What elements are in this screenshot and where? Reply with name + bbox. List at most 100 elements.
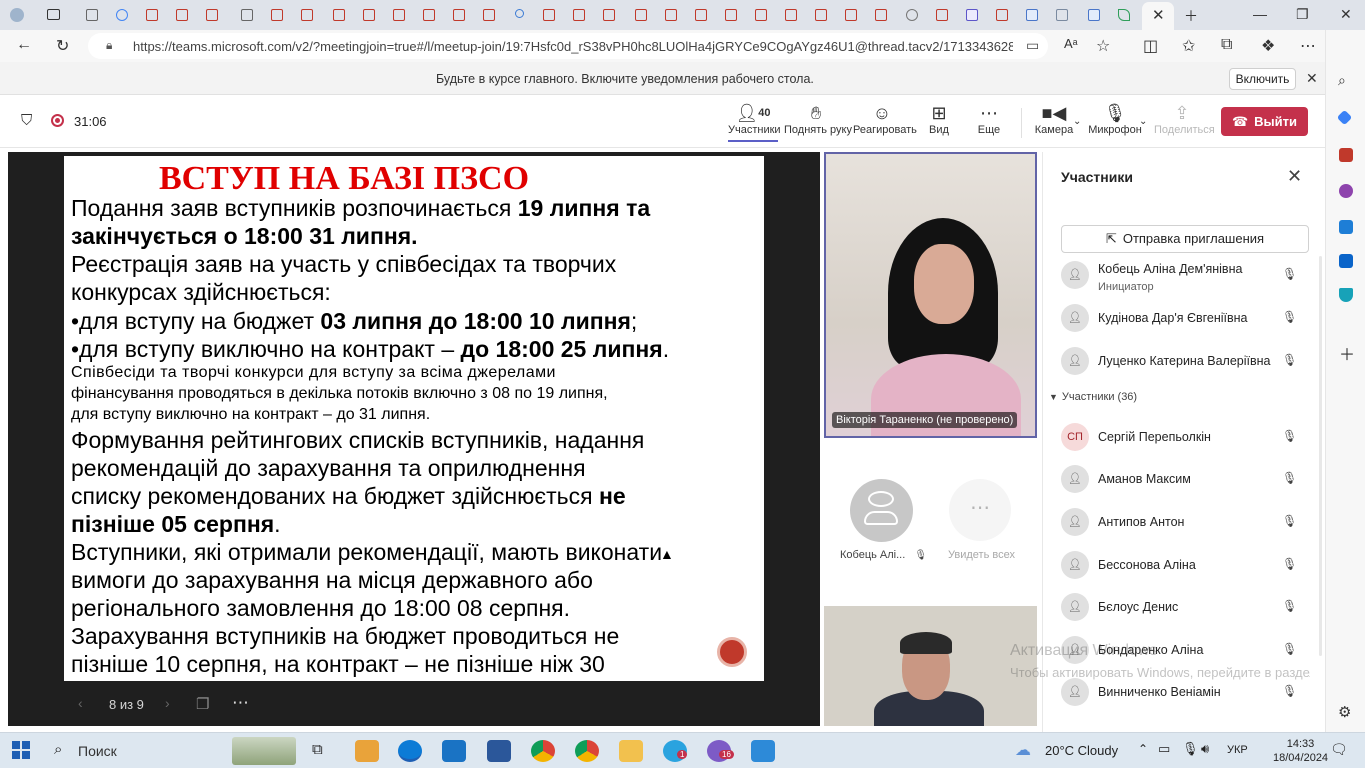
- pdf-tab-icon[interactable]: [420, 6, 438, 24]
- microphone-button[interactable]: 🎙︎ Микрофон: [1088, 102, 1142, 142]
- pdf-tab-icon[interactable]: [812, 6, 830, 24]
- file-explorer-icon[interactable]: [619, 740, 643, 762]
- castle-search-highlight-icon[interactable]: [232, 737, 296, 765]
- add-sidebar-icon[interactable]: ＋: [1339, 341, 1355, 365]
- forms-tab-icon[interactable]: [963, 6, 981, 24]
- slide-overview-icon[interactable]: ❐: [196, 695, 209, 713]
- participant-row[interactable]: 👤︎ Бєлоус Денис 🎙︎: [1061, 588, 1311, 628]
- pdf-tab-icon[interactable]: [600, 6, 618, 24]
- active-tab[interactable]: ✕: [1142, 2, 1174, 30]
- tab-icon[interactable]: [83, 6, 101, 24]
- pdf-tab-icon[interactable]: [450, 6, 468, 24]
- pdf-tab-icon[interactable]: [842, 6, 860, 24]
- network-icon[interactable]: ▭: [1158, 741, 1170, 757]
- favorites-icon[interactable]: ✩: [1182, 36, 1195, 56]
- url-text[interactable]: https://teams.microsoft.com/v2/?meetingj…: [133, 39, 1013, 54]
- more-icon[interactable]: ⋯: [1300, 36, 1316, 56]
- attendees-section-header[interactable]: ▼ Участники (36): [1049, 391, 1137, 403]
- task-view-icon[interactable]: ⧉: [312, 741, 323, 758]
- pdf-tab-icon[interactable]: [933, 6, 951, 24]
- microphone-tray-icon[interactable]: 🎙︎: [1182, 741, 1199, 757]
- next-slide-icon[interactable]: ›: [165, 695, 170, 711]
- windows-start-icon[interactable]: [12, 741, 30, 759]
- participants-button[interactable]: 👤︎40 Участники: [728, 102, 781, 142]
- minimize-icon[interactable]: —: [1253, 6, 1267, 22]
- collections-icon[interactable]: ⧉: [1221, 36, 1232, 54]
- search-icon[interactable]: ⌕: [54, 741, 62, 758]
- tab-icon[interactable]: [238, 6, 256, 24]
- close-tab-icon[interactable]: ✕: [1152, 6, 1165, 24]
- tab-icon[interactable]: [1053, 6, 1071, 24]
- drive-tab-icon[interactable]: [1115, 6, 1133, 24]
- shopping-icon[interactable]: [1336, 109, 1353, 126]
- search-icon[interactable]: ⌕: [1338, 72, 1346, 89]
- pdf-tab-icon[interactable]: [872, 6, 890, 24]
- send-invite-button[interactable]: ⇱ Отправка приглашения: [1061, 225, 1309, 253]
- maximize-icon[interactable]: ❐: [1296, 6, 1309, 23]
- mail-icon[interactable]: [442, 740, 466, 762]
- extensions-icon[interactable]: ❖: [1261, 36, 1275, 56]
- camera-options-chevron-icon[interactable]: ⌄: [1073, 116, 1081, 127]
- close-notification-icon[interactable]: ✕: [1306, 70, 1318, 87]
- drop-icon[interactable]: [1339, 288, 1353, 302]
- speaker-video-tile[interactable]: Вікторія Тараненко (не проверено): [824, 152, 1037, 438]
- shield-icon[interactable]: ⛉: [21, 112, 32, 129]
- mic-options-chevron-icon[interactable]: ⌄: [1139, 116, 1147, 127]
- tab-actions-icon[interactable]: [45, 6, 63, 24]
- word-icon[interactable]: [487, 740, 511, 762]
- camera-button[interactable]: ■◀︎ Камера: [1034, 102, 1074, 142]
- more-button[interactable]: ⋯ Еще: [972, 102, 1006, 142]
- pdf-tab-icon[interactable]: [173, 6, 191, 24]
- sidebar-settings-icon[interactable]: ⚙: [1338, 703, 1351, 721]
- share-button[interactable]: ⇪ Поделиться: [1154, 102, 1215, 142]
- react-button[interactable]: ☺ Реагировать: [853, 102, 917, 142]
- pdf-tab-icon[interactable]: [570, 6, 588, 24]
- chrome-icon[interactable]: [575, 740, 599, 762]
- store-icon[interactable]: [355, 740, 379, 762]
- notification-center-icon[interactable]: 🗨︎: [1330, 741, 1348, 758]
- participant-row[interactable]: 👤︎ Бессонова Аліна 🎙︎: [1061, 546, 1311, 586]
- back-icon[interactable]: ←: [16, 36, 32, 54]
- participant-row[interactable]: 👤︎ Аманов Максим 🎙︎: [1061, 460, 1311, 500]
- prev-slide-icon[interactable]: ‹: [78, 695, 83, 711]
- chrome-icon[interactable]: [531, 740, 555, 762]
- telegram-icon[interactable]: 1: [663, 740, 688, 762]
- pdf-tab-icon[interactable]: [390, 6, 408, 24]
- pdf-tab-icon[interactable]: [662, 6, 680, 24]
- tools-icon[interactable]: [1339, 148, 1353, 162]
- google-tab-icon[interactable]: [113, 6, 131, 24]
- taskbar-clock[interactable]: 14:33 18/04/2024: [1273, 737, 1328, 765]
- outlook-icon[interactable]: [1339, 254, 1353, 268]
- pdf-tab-icon[interactable]: [203, 6, 221, 24]
- office-icon[interactable]: [1339, 220, 1353, 234]
- participant-row[interactable]: 👤︎ Кобець Аліна Дем'янівна Инициатор 🎙︎: [1061, 256, 1311, 296]
- view-button[interactable]: ⊞ Вид: [922, 102, 956, 142]
- pdf-tab-icon[interactable]: [752, 6, 770, 24]
- pdf-tab-icon[interactable]: [993, 6, 1011, 24]
- pdf-tab-icon[interactable]: [143, 6, 161, 24]
- close-panel-icon[interactable]: ✕: [1287, 166, 1302, 187]
- photos-icon[interactable]: [751, 740, 775, 762]
- tray-chevron-icon[interactable]: ⌃: [1138, 742, 1148, 756]
- participant-row[interactable]: 👤︎ Луценко Катерина Валеріївна 🎙︎: [1061, 342, 1311, 382]
- new-tab-icon[interactable]: ＋: [1184, 6, 1198, 26]
- pdf-tab-icon[interactable]: [268, 6, 286, 24]
- docs-tab-icon[interactable]: [1085, 6, 1103, 24]
- read-aloud-icon[interactable]: Aᵃ: [1064, 36, 1078, 51]
- camera-permission-icon[interactable]: ▭: [1026, 37, 1039, 54]
- pdf-tab-icon[interactable]: [722, 6, 740, 24]
- slide-more-icon[interactable]: ⋯: [232, 693, 249, 713]
- pdf-tab-icon[interactable]: [330, 6, 348, 24]
- enable-notifications-button[interactable]: Включить: [1229, 68, 1296, 90]
- weather-text[interactable]: 20°C Cloudy: [1045, 743, 1118, 758]
- taskbar-search-label[interactable]: Поиск: [78, 743, 117, 759]
- raise-hand-button[interactable]: ✋︎ Поднять руку: [784, 102, 852, 142]
- split-screen-icon[interactable]: ◫: [1143, 36, 1158, 56]
- participant-row[interactable]: 👤︎ Кудінова Дар'я Євгеніївна 🎙︎: [1061, 299, 1311, 339]
- viber-icon[interactable]: 16: [707, 740, 734, 762]
- participant-row[interactable]: 👤︎ Антипов Антон 🎙︎: [1061, 503, 1311, 543]
- see-all-label[interactable]: Увидеть всех: [948, 549, 1015, 561]
- favorite-icon[interactable]: ☆: [1096, 36, 1110, 56]
- window-close-icon[interactable]: ✕: [1340, 6, 1352, 23]
- panel-scrollbar[interactable]: [1319, 256, 1322, 656]
